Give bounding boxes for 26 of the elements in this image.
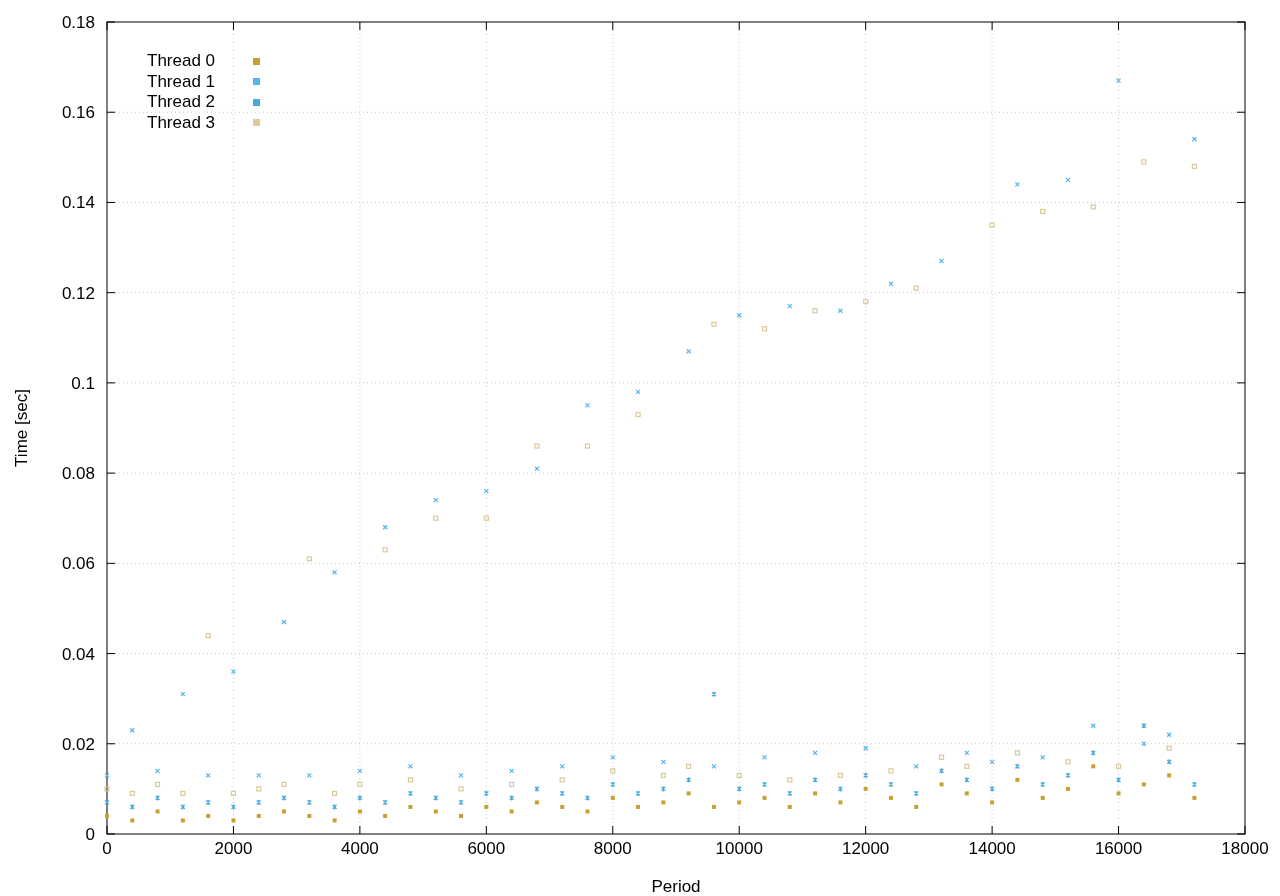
y-tick-label: 0.14 (61, 193, 95, 213)
x-tick-label: 16000 (1094, 839, 1143, 858)
legend-label: Thread 2 (147, 92, 217, 113)
x-tick-label: 12000 (842, 839, 890, 858)
x-tick-label: 0 (102, 839, 112, 858)
y-tick-label: 0.04 (61, 644, 95, 664)
x-tick-label: 2000 (214, 839, 253, 858)
legend-label: Thread 3 (147, 112, 217, 133)
y-tick-label: 0.1 (71, 373, 95, 393)
y-tick-label: 0 (85, 825, 95, 844)
y-tick-label: 0.08 (61, 464, 95, 484)
x-tick-label: 4000 (340, 839, 379, 858)
x-tick-label: 8000 (593, 839, 632, 858)
x-axis-label: Period (651, 877, 701, 896)
x-tick-label: 18000 (1221, 839, 1269, 858)
legend-label: Thread 1 (147, 71, 217, 92)
y-tick-label: 0.12 (61, 283, 95, 303)
y-axis-label: Time [sec] (12, 389, 31, 467)
x-tick-label: 6000 (467, 839, 506, 858)
x-tick-label: 10000 (715, 839, 763, 858)
y-tick-label: 0.16 (61, 103, 95, 123)
x-tick-label: 14000 (968, 839, 1016, 858)
y-tick-label: 0.18 (61, 13, 95, 32)
y-tick-label: 0.02 (61, 734, 95, 754)
legend-label: Thread 0 (147, 51, 217, 72)
y-tick-label: 0.06 (61, 554, 95, 574)
